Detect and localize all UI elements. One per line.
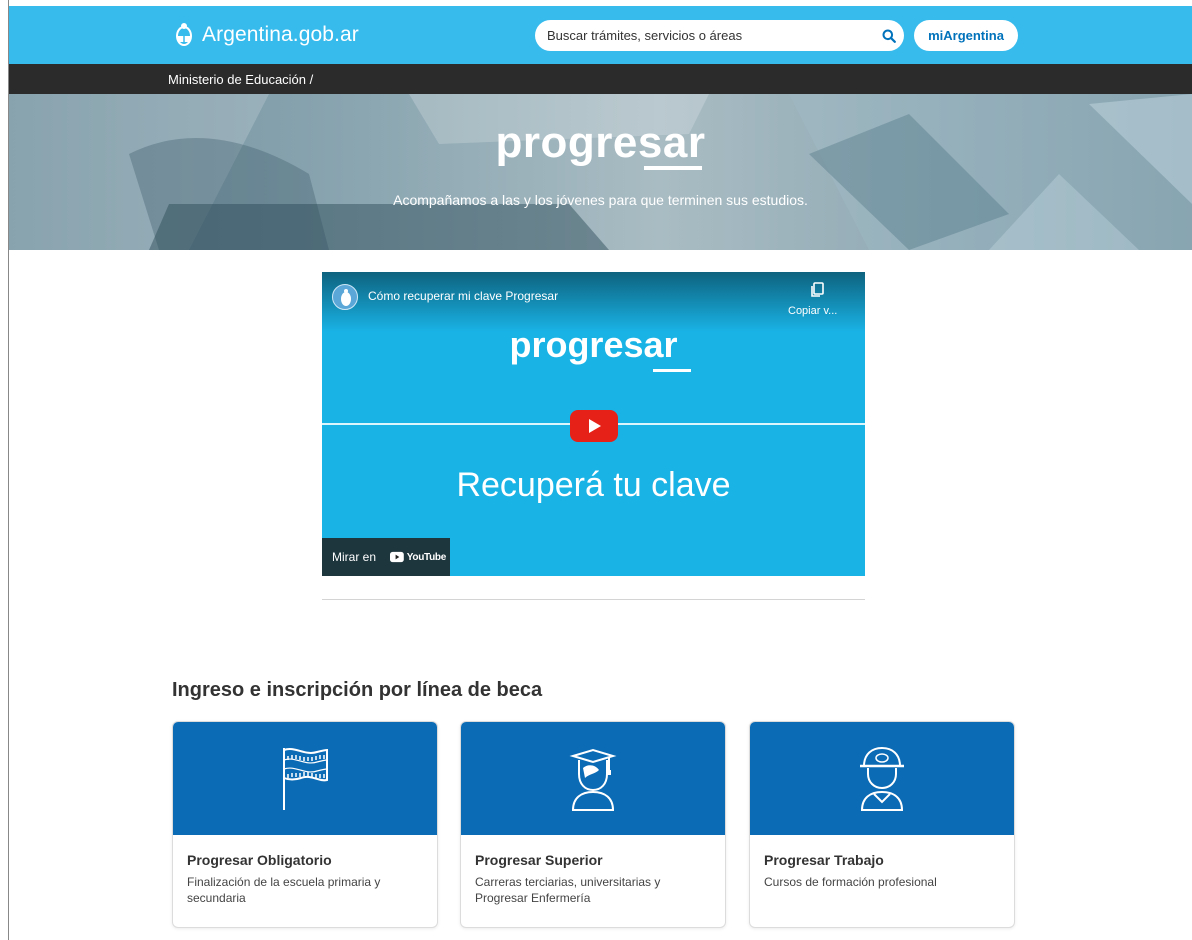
worker-helmet-icon xyxy=(860,746,904,811)
card-progresar-superior[interactable]: Progresar Superior Carreras terciarias, … xyxy=(460,721,726,928)
card-progresar-obligatorio[interactable]: Progresar Obligatorio Finalización de la… xyxy=(172,721,438,928)
youtube-icon xyxy=(390,551,404,563)
youtube-logo: YouTube xyxy=(390,550,446,564)
graduate-icon xyxy=(569,748,617,811)
hero-banner: progresar Acompañamos a las y los jóvene… xyxy=(9,94,1192,250)
card-title: Progresar Obligatorio xyxy=(187,852,332,868)
play-button[interactable] xyxy=(570,410,618,442)
card-progresar-trabajo[interactable]: Progresar Trabajo Cursos de formación pr… xyxy=(749,721,1015,928)
card-description: Carreras terciarias, universitarias y Pr… xyxy=(475,875,661,905)
copy-link-label[interactable]: Copiar v... xyxy=(788,305,837,317)
video-title[interactable]: Cómo recuperar mi clave Progresar xyxy=(368,289,558,303)
emblem-icon xyxy=(341,289,351,306)
site-header: Argentina.gob.ar Buscar trámites, servic… xyxy=(9,6,1192,64)
channel-avatar[interactable] xyxy=(332,284,358,310)
flag-icon xyxy=(283,747,328,810)
video-progresar-logo: progresar xyxy=(509,324,678,365)
breadcrumb: Ministerio de Educación / xyxy=(9,64,1192,94)
hero-logo-underline xyxy=(644,166,702,170)
search-input[interactable]: Buscar trámites, servicios o áreas xyxy=(547,28,742,43)
card-description: Finalización de la escuela primaria y se… xyxy=(187,875,381,905)
section-divider xyxy=(322,599,865,600)
mi-argentina-button[interactable]: miArgentina xyxy=(914,20,1018,51)
watch-on-label: Mirar en xyxy=(332,550,377,564)
search-icon xyxy=(882,29,896,43)
card-media xyxy=(173,722,437,835)
video-heading: Recuperá tu clave xyxy=(456,466,731,504)
copy-link-icon[interactable] xyxy=(810,282,824,298)
hero-subtitle: Acompañamos a las y los jóvenes para que… xyxy=(393,192,808,208)
breadcrumb-link-ministerio[interactable]: Ministerio de Educación / xyxy=(168,72,313,87)
youtube-wordmark: YouTube xyxy=(406,551,447,563)
card-media xyxy=(750,722,1014,835)
youtube-video-embed[interactable]: Cómo recuperar mi clave Progresar Copiar… xyxy=(322,272,865,576)
section-title: Ingreso e inscripción por línea de beca xyxy=(172,679,543,701)
brand-home-link[interactable]: Argentina.gob.ar xyxy=(174,19,359,51)
search-button[interactable] xyxy=(873,20,904,51)
card-description: Cursos de formación profesional xyxy=(764,875,937,889)
search-box[interactable]: Buscar trámites, servicios o áreas xyxy=(535,20,904,51)
card-title: Progresar Trabajo xyxy=(764,852,884,868)
watch-on-youtube-button[interactable]: Mirar en YouTube xyxy=(322,538,450,576)
card-media xyxy=(461,722,725,835)
brand-name: Argentina.gob.ar xyxy=(202,23,359,46)
card-title: Progresar Superior xyxy=(475,852,603,868)
hero-progresar-logo: progresar xyxy=(495,118,706,167)
national-emblem-icon xyxy=(176,23,192,46)
video-logo-underline xyxy=(653,369,691,372)
